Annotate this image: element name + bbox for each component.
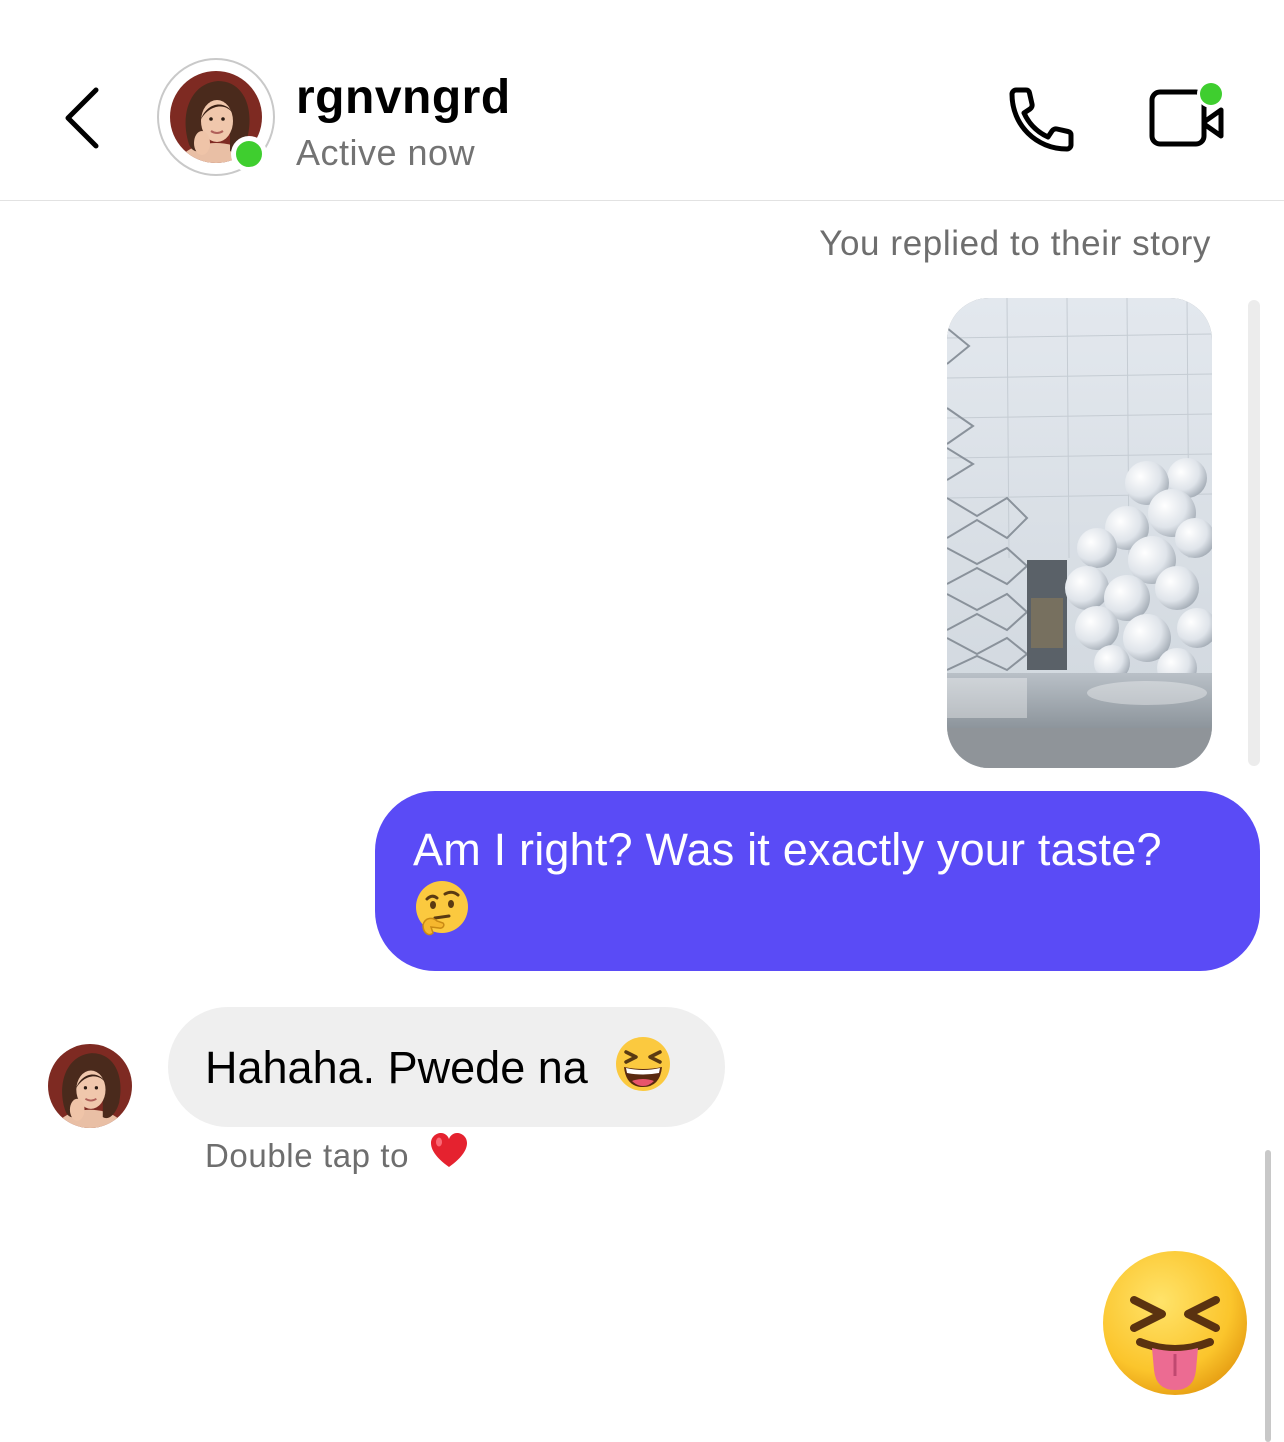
incoming-message-text: Hahaha. Pwede na [205, 1041, 588, 1093]
quick-reaction-emoji-button[interactable] [1100, 1248, 1250, 1398]
scrollbar-thumb[interactable] [1265, 1150, 1271, 1442]
video-call-button[interactable] [1145, 80, 1230, 154]
thinking-face-icon [413, 879, 471, 951]
audio-call-button[interactable] [1000, 82, 1080, 156]
outgoing-message-bubble[interactable]: Am I right? Was it exactly your taste? [375, 791, 1260, 971]
story-preview[interactable] [947, 298, 1212, 768]
grinning-squinting-face-icon [614, 1035, 672, 1107]
outgoing-message-text: Am I right? Was it exactly your taste? [413, 824, 1162, 875]
contact-username[interactable]: rgnvngrd [296, 70, 511, 125]
story-reply-note: You replied to their story [819, 224, 1211, 263]
double-tap-hint: Double tap to [205, 1133, 469, 1179]
double-tap-text: Double tap to [205, 1137, 410, 1174]
phone-icon [1009, 87, 1074, 152]
back-button[interactable] [52, 80, 112, 160]
story-image [947, 298, 1212, 768]
online-status-dot [231, 136, 267, 172]
video-camera-icon [1149, 80, 1225, 147]
chevron-left-icon [65, 87, 99, 149]
contact-status: Active now [296, 132, 476, 173]
incoming-message-bubble[interactable]: Hahaha. Pwede na [168, 1007, 725, 1127]
red-heart-icon [429, 1131, 469, 1179]
story-progress-track [1248, 300, 1260, 766]
squinting-face-with-tongue-icon [1103, 1251, 1247, 1395]
chat-header: rgnvngrd Active now [0, 0, 1284, 201]
sender-avatar[interactable] [48, 1044, 132, 1128]
